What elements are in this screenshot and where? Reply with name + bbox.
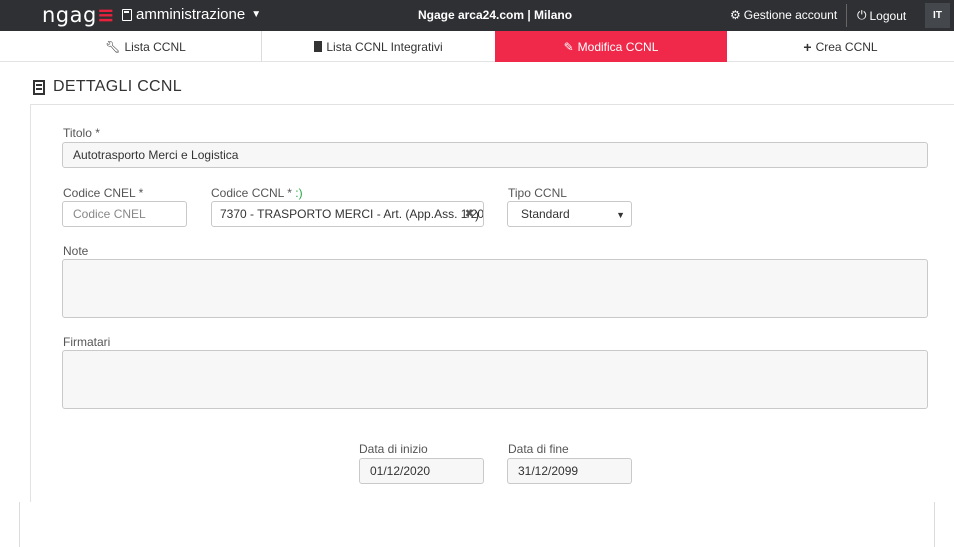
divider bbox=[934, 502, 935, 547]
language-switcher[interactable]: IT bbox=[925, 3, 950, 28]
page-title: DETTAGLI CCNL bbox=[53, 78, 182, 95]
tab-modifica-ccnl[interactable]: ✎ Modifica CCNL bbox=[495, 31, 727, 62]
data-fine-value: 31/12/2099 bbox=[518, 464, 579, 478]
titolo-label: Titolo * bbox=[63, 126, 100, 140]
power-icon: ⏻ bbox=[857, 8, 867, 22]
top-navbar: ngag≡ amministrazione ▼ Ngage arca24.com… bbox=[0, 0, 954, 31]
codice-cnel-label: Codice CNEL * bbox=[63, 186, 144, 200]
note-label: Note bbox=[63, 244, 89, 258]
titolo-value: Autotrasporto Merci e Logistica bbox=[73, 148, 239, 162]
tab-crea-ccnl[interactable]: + Crea CCNL bbox=[727, 31, 954, 62]
gear-icon: ⚙ bbox=[730, 8, 741, 22]
tab-label: Crea CCNL bbox=[815, 39, 878, 54]
account-settings-link[interactable]: ⚙ Gestione account bbox=[730, 8, 837, 22]
smiley-indicator: :) bbox=[295, 186, 303, 200]
data-fine-label: Data di fine bbox=[508, 442, 569, 456]
data-inizio-label: Data di inizio bbox=[359, 442, 428, 456]
codice-ccnl-value-tail: ) bbox=[475, 208, 479, 222]
tab-lista-ccnl[interactable]: 🔧︎ Lista CCNL bbox=[0, 31, 262, 62]
data-inizio-value: 01/12/2020 bbox=[370, 464, 431, 478]
logout-label: Logout bbox=[869, 8, 907, 23]
divider bbox=[846, 4, 847, 27]
page-heading: DETTAGLI CCNL bbox=[33, 78, 182, 96]
tab-label: Lista CCNL Integrativi bbox=[326, 39, 443, 54]
tab-lista-ccnl-integrativi[interactable]: Lista CCNL Integrativi bbox=[262, 31, 495, 62]
tab-label: Modifica CCNL bbox=[577, 39, 659, 54]
codice-ccnl-label: Codice CCNL * :) bbox=[211, 186, 303, 200]
firmatari-textarea[interactable] bbox=[62, 350, 928, 409]
tipo-ccnl-label: Tipo CCNL bbox=[508, 186, 567, 200]
tipo-ccnl-select[interactable]: Standard ▼ bbox=[507, 201, 632, 227]
data-fine-input[interactable]: 31/12/2099 bbox=[507, 458, 632, 484]
codice-ccnl-select[interactable]: 7370 - TRASPORTO MERCI - Art. (App.Ass. … bbox=[211, 201, 484, 227]
building-icon bbox=[314, 41, 323, 52]
document-icon bbox=[33, 79, 45, 95]
codice-ccnl-value: 7370 - TRASPORTO MERCI - Art. (App.Ass. … bbox=[220, 207, 484, 221]
divider bbox=[19, 502, 20, 547]
tipo-ccnl-value: Standard bbox=[521, 207, 570, 221]
codice-cnel-placeholder: Codice CNEL bbox=[73, 207, 146, 221]
chevron-down-icon: ▼ bbox=[616, 210, 625, 220]
titolo-input[interactable]: Autotrasporto Merci e Logistica bbox=[62, 142, 928, 168]
data-inizio-input[interactable]: 01/12/2020 bbox=[359, 458, 484, 484]
wrench-icon: 🔧︎ bbox=[105, 39, 121, 54]
codice-ccnl-label-text: Codice CCNL * bbox=[211, 186, 292, 200]
tab-label: Lista CCNL bbox=[124, 39, 186, 54]
codice-cnel-input[interactable]: Codice CNEL bbox=[62, 201, 187, 227]
pencil-icon: ✎ bbox=[563, 39, 574, 54]
tab-bar: 🔧︎ Lista CCNL Lista CCNL Integrativi ✎ M… bbox=[0, 31, 954, 62]
plus-icon: + bbox=[803, 38, 812, 55]
note-textarea[interactable] bbox=[62, 259, 928, 318]
logout-button[interactable]: ⏻ Logout bbox=[857, 8, 906, 23]
firmatari-label: Firmatari bbox=[63, 335, 111, 349]
clear-icon[interactable]: ✖ bbox=[465, 207, 474, 220]
account-label: Gestione account bbox=[743, 8, 838, 22]
